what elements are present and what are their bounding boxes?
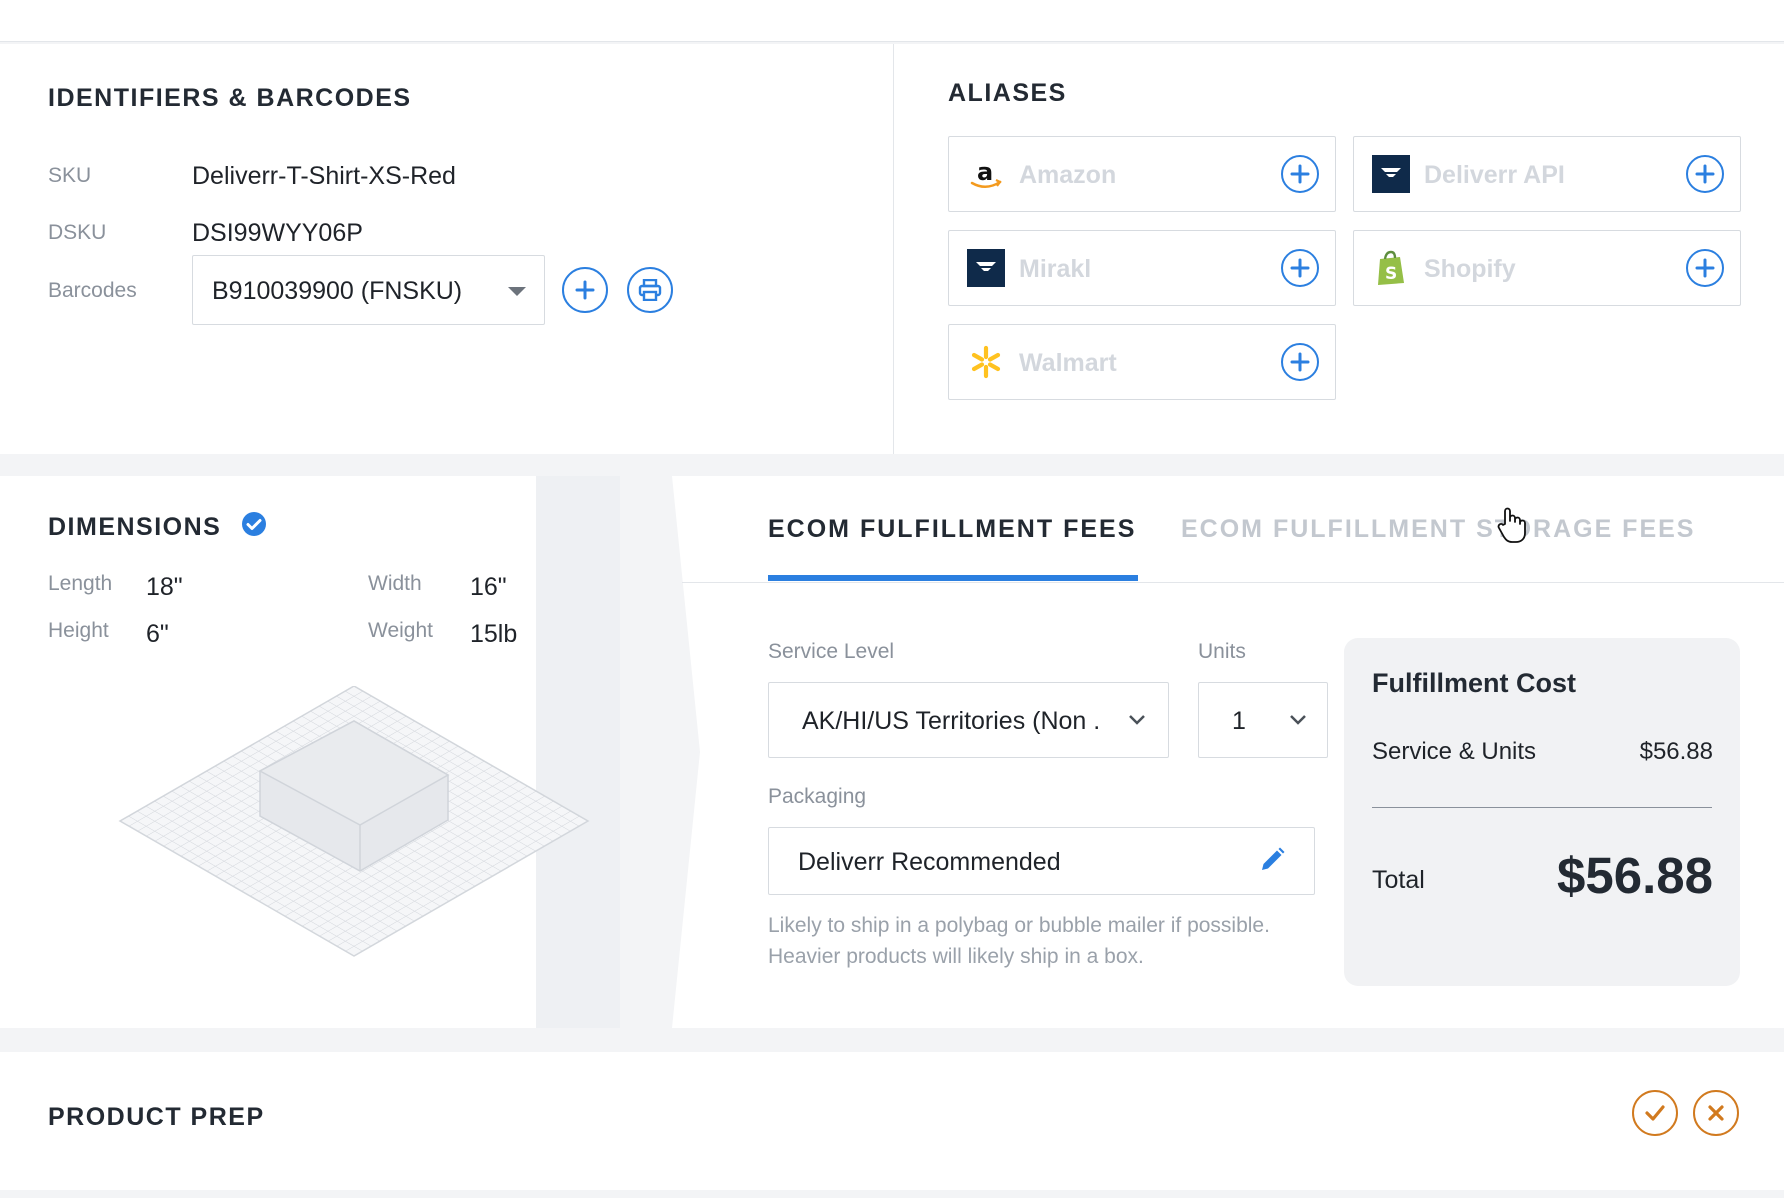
close-icon xyxy=(1708,1105,1724,1121)
alias-name: Amazon xyxy=(1019,161,1117,189)
chevron-down-icon xyxy=(1290,715,1306,725)
cost-divider xyxy=(1372,807,1712,808)
total-label: Total xyxy=(1372,866,1425,894)
add-deliverr-api-alias-button[interactable] xyxy=(1686,155,1724,193)
product-prep-card: PRODUCT PREP xyxy=(0,1052,1784,1190)
alias-mirakl: Mirakl xyxy=(948,230,1336,306)
service-level-select[interactable]: AK/HI/US Territories (Non . xyxy=(768,682,1169,758)
deliverr-logo-icon xyxy=(1372,155,1410,193)
svg-text:S: S xyxy=(1385,264,1397,284)
total-value: $56.88 xyxy=(1557,847,1713,904)
identifiers-heading: IDENTIFIERS & BARCODES xyxy=(48,84,412,112)
packaging-field: Deliverr Recommended xyxy=(768,827,1315,895)
plus-icon xyxy=(1290,352,1310,372)
chevron-down-icon xyxy=(1129,715,1145,725)
add-walmart-alias-button[interactable] xyxy=(1281,343,1319,381)
sku-label: SKU xyxy=(48,164,92,187)
top-strip xyxy=(0,0,1784,42)
dsku-value: DSI99WYY06P xyxy=(192,219,363,247)
mirakl-logo-icon xyxy=(967,249,1005,287)
barcodes-label: Barcodes xyxy=(48,279,137,302)
packaging-note-line-2: Heavier products will likely ship in a b… xyxy=(768,945,1144,968)
add-mirakl-alias-button[interactable] xyxy=(1281,249,1319,287)
height-value: 6" xyxy=(146,620,169,648)
amazon-logo-icon: a xyxy=(967,155,1005,193)
width-label: Width xyxy=(368,572,422,595)
alias-name: Deliverr API xyxy=(1424,161,1565,189)
active-tab-indicator xyxy=(768,575,1138,581)
weight-value: 15lb xyxy=(470,620,518,648)
print-barcode-button[interactable] xyxy=(627,267,673,313)
hand-cursor-icon xyxy=(1497,507,1526,543)
barcode-select[interactable]: B910039900 (FNSKU) xyxy=(192,255,545,325)
printer-icon xyxy=(638,279,662,301)
tab-ecom-fulfillment-fees[interactable]: ECOM FULFILLMENT FEES xyxy=(768,515,1136,544)
weight-label: Weight xyxy=(368,619,433,642)
barcode-select-value: B910039900 (FNSKU) xyxy=(212,277,463,305)
dimensions-heading: DIMENSIONS xyxy=(48,513,221,542)
units-select[interactable]: 1 xyxy=(1198,682,1328,758)
alias-shopify: S Shopify xyxy=(1353,230,1741,306)
alias-name: Mirakl xyxy=(1019,255,1092,283)
caret-down-icon xyxy=(508,287,526,296)
units-value: 1 xyxy=(1232,707,1246,735)
confirm-button[interactable] xyxy=(1632,1090,1678,1136)
units-label: Units xyxy=(1198,640,1246,663)
alias-walmart: Walmart xyxy=(948,324,1336,400)
product-prep-heading: PRODUCT PREP xyxy=(48,1103,265,1131)
card-divider xyxy=(893,44,894,454)
tab-ecom-fulfillment-storage-fees[interactable]: ECOM FULFILLMENT STORAGE FEES xyxy=(1181,515,1695,544)
fulfillment-cost-title: Fulfillment Cost xyxy=(1372,668,1576,698)
fees-tabs-underline xyxy=(682,582,1784,583)
aliases-heading: ALIASES xyxy=(948,79,1067,107)
height-label: Height xyxy=(48,619,109,642)
alias-amazon: a Amazon xyxy=(948,136,1336,212)
sku-value: Deliverr-T-Shirt-XS-Red xyxy=(192,162,456,190)
plus-icon xyxy=(1290,164,1310,184)
fulfillment-cost-panel: Fulfillment Cost Service & Units $56.88 … xyxy=(1344,638,1740,986)
length-value: 18" xyxy=(146,573,183,601)
dimensions-title: DIMENSIONS xyxy=(48,513,222,541)
add-shopify-alias-button[interactable] xyxy=(1686,249,1724,287)
dimensions-fees-card: DIMENSIONS Length 18" Width 16" Height 6… xyxy=(0,476,1784,1028)
walmart-logo-icon xyxy=(967,343,1005,381)
plus-icon xyxy=(575,280,595,300)
packaging-note-line-1: Likely to ship in a polybag or bubble ma… xyxy=(768,914,1270,937)
package-dimensions-illustration xyxy=(118,686,590,957)
alias-name: Shopify xyxy=(1424,255,1516,283)
dsku-label: DSKU xyxy=(48,221,107,244)
width-value: 16" xyxy=(470,573,507,601)
plus-icon xyxy=(1290,258,1310,278)
service-level-label: Service Level xyxy=(768,640,895,663)
verified-check-icon xyxy=(242,512,266,536)
svg-text:a: a xyxy=(977,158,993,186)
identifiers-card: IDENTIFIERS & BARCODES SKU Deliverr-T-Sh… xyxy=(0,44,1784,454)
add-barcode-button[interactable] xyxy=(562,267,608,313)
length-label: Length xyxy=(48,572,113,595)
service-units-value: $56.88 xyxy=(1639,738,1713,765)
check-icon xyxy=(1645,1105,1665,1121)
packaging-value: Deliverr Recommended xyxy=(798,848,1061,876)
packaging-label: Packaging xyxy=(768,785,867,808)
service-units-label: Service & Units xyxy=(1372,738,1537,765)
add-amazon-alias-button[interactable] xyxy=(1281,155,1319,193)
shopify-logo-icon: S xyxy=(1372,249,1410,287)
service-level-value: AK/HI/US Territories (Non . xyxy=(802,707,1101,735)
alias-name: Walmart xyxy=(1019,349,1117,377)
alias-deliverr-api: Deliverr API xyxy=(1353,136,1741,212)
plus-icon xyxy=(1695,164,1715,184)
pencil-icon xyxy=(1262,847,1285,870)
edit-packaging-button[interactable] xyxy=(1254,842,1290,878)
plus-icon xyxy=(1695,258,1715,278)
cancel-button[interactable] xyxy=(1693,1090,1739,1136)
